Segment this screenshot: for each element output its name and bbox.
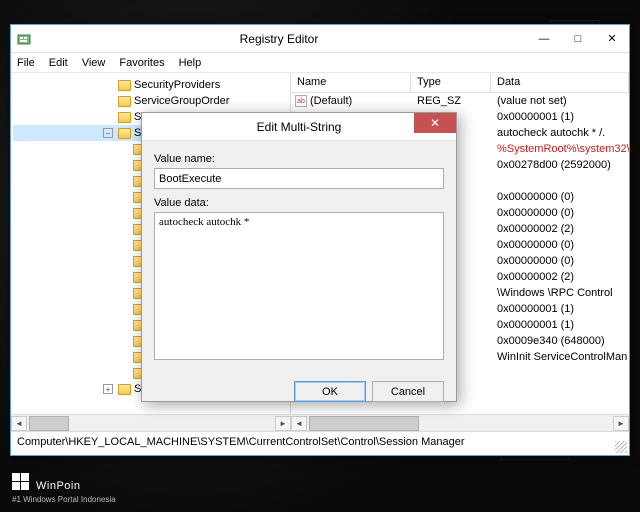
minimize-button[interactable]: — (527, 28, 561, 50)
data-cell: \Windows \RPC Control (491, 287, 629, 299)
scroll-left-icon[interactable]: ◄ (291, 416, 307, 431)
status-bar: Computer\HKEY_LOCAL_MACHINE\SYSTEM\Curre… (11, 431, 629, 453)
cancel-button[interactable]: Cancel (372, 381, 444, 402)
data-cell: 0x00000000 (0) (491, 207, 629, 219)
ok-button[interactable]: OK (294, 381, 366, 402)
tree-item[interactable]: SecurityProviders (13, 77, 290, 93)
data-cell: %SystemRoot%\system32\l (491, 143, 629, 155)
menu-view[interactable]: View (82, 57, 106, 69)
dialog-title: Edit Multi-String (257, 120, 342, 134)
data-cell: 0x00000002 (2) (491, 271, 629, 283)
scroll-right-icon[interactable]: ► (613, 416, 629, 431)
folder-icon (118, 80, 131, 91)
tree-label: ServiceGroupOrder (134, 95, 229, 107)
menu-favorites[interactable]: Favorites (119, 57, 164, 69)
folder-icon (118, 384, 131, 395)
data-cell: 0x00000000 (0) (491, 191, 629, 203)
folder-icon (118, 112, 131, 123)
data-cell: 0x00000000 (0) (491, 255, 629, 267)
scroll-thumb[interactable] (309, 416, 419, 431)
data-cell: (value not set) (491, 95, 629, 107)
tree-hscrollbar[interactable]: ◄ ► (11, 414, 291, 431)
data-cell: 0x00000002 (2) (491, 223, 629, 235)
expand-icon[interactable]: + (103, 384, 113, 394)
folder-icon (118, 128, 131, 139)
menu-file[interactable]: File (17, 57, 35, 69)
app-icon (17, 32, 31, 46)
data-cell: 0x00000001 (1) (491, 319, 629, 331)
col-name[interactable]: Name (291, 73, 411, 92)
valuedata-label: Value data: (154, 197, 444, 209)
string-value-icon: ab (295, 95, 307, 107)
data-cell: 0x00000001 (1) (491, 303, 629, 315)
edit-multistring-dialog: Edit Multi-String ✕ Value name: Value da… (141, 112, 457, 402)
scroll-left-icon[interactable]: ◄ (11, 416, 27, 431)
col-type[interactable]: Type (411, 73, 491, 92)
folder-icon (118, 96, 131, 107)
data-cell: autocheck autochk * /. (491, 127, 629, 139)
dialog-close-button[interactable]: ✕ (414, 113, 456, 133)
list-hscrollbar[interactable]: ◄ ► (291, 414, 629, 431)
close-button[interactable]: ✕ (595, 28, 629, 50)
menu-help[interactable]: Help (179, 57, 202, 69)
maximize-button[interactable]: □ (561, 28, 595, 50)
titlebar[interactable]: Registry Editor — □ ✕ (11, 25, 629, 53)
dialog-titlebar[interactable]: Edit Multi-String ✕ (142, 113, 456, 141)
scroll-right-icon[interactable]: ► (275, 416, 291, 431)
menubar: File Edit View Favorites Help (11, 53, 629, 73)
data-cell: WinInit ServiceControlMan (491, 351, 629, 363)
valuedata-textarea[interactable] (154, 212, 444, 360)
valuename-label: Value name: (154, 153, 444, 165)
tree-item[interactable]: ServiceGroupOrder (13, 93, 290, 109)
data-cell: 0x00000000 (0) (491, 239, 629, 251)
watermark-logo: WinPoin #1 Windows Portal Indonesia (12, 469, 116, 504)
data-cell: 0x0009e340 (648000) (491, 335, 629, 347)
expand-icon[interactable]: − (103, 128, 113, 138)
valuename-input[interactable] (154, 168, 444, 189)
list-header[interactable]: Name Type Data (291, 73, 629, 93)
list-row[interactable]: ab(Default)REG_SZ(value not set) (291, 93, 629, 109)
menu-edit[interactable]: Edit (49, 57, 68, 69)
data-cell: 0x00000001 (1) (491, 111, 629, 123)
resize-grip[interactable] (615, 441, 627, 453)
col-data[interactable]: Data (491, 73, 629, 92)
data-cell: 0x00278d00 (2592000) (491, 159, 629, 171)
tree-label: SecurityProviders (134, 79, 220, 91)
window-title: Registry Editor (31, 32, 527, 46)
scroll-thumb[interactable] (29, 416, 69, 431)
